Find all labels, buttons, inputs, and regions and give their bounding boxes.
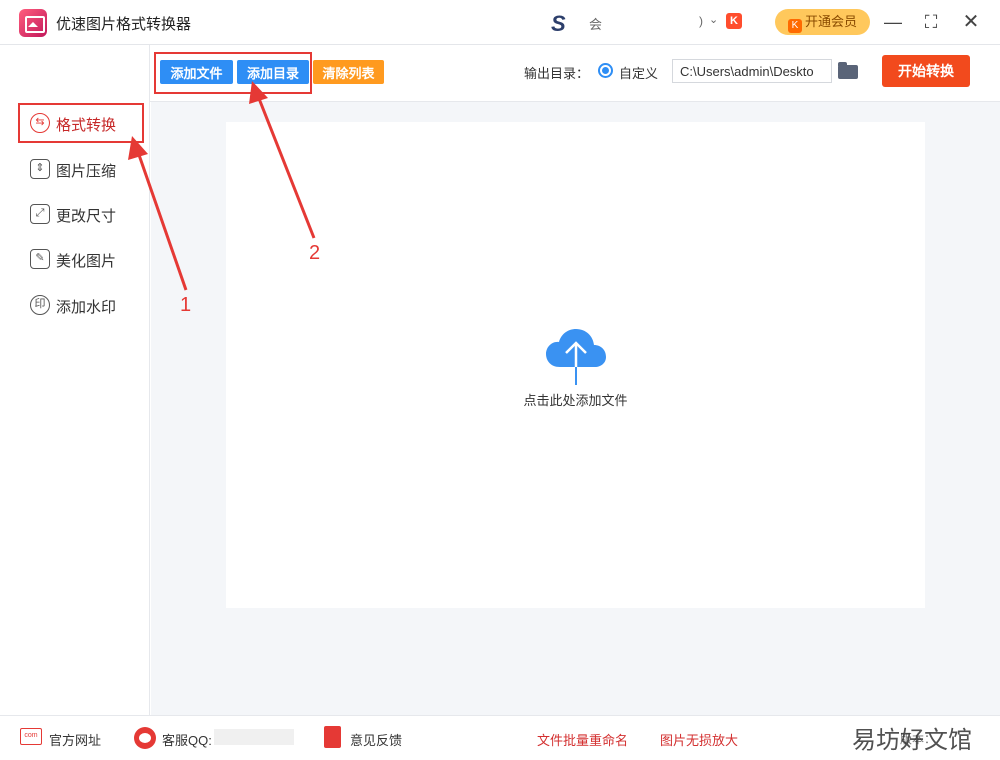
sidebar-item-label: 美化图片 — [56, 253, 117, 270]
sidebar-item-watermark[interactable]: 印 添加水印 — [18, 285, 144, 325]
file-drop-zone[interactable]: 点击此处添加文件 — [226, 122, 925, 608]
toolbar: 添加文件 添加目录 清除列表 输出目录： 自定义 开始转换 — [150, 45, 1000, 102]
custom-radio-label[interactable]: 自定义 — [619, 63, 658, 82]
folder-icon[interactable] — [838, 62, 858, 79]
official-site-link[interactable]: 官方网址 — [49, 730, 101, 749]
sidebar-item-compress[interactable]: ⇕ 图片压缩 — [18, 149, 144, 189]
lossless-enlarge-link[interactable]: 图片无损放大 — [660, 730, 738, 749]
convert-icon: ⇆ — [30, 113, 50, 133]
sidebar-item-label: 添加水印 — [56, 299, 117, 316]
sidebar-item-label: 更改尺寸 — [56, 208, 117, 225]
user-logo-icon: S — [551, 11, 566, 36]
watermark-icon: 印 — [30, 295, 50, 315]
compress-icon: ⇕ — [30, 159, 50, 179]
footer: com 官方网址 客服QQ: 意见反馈 文件批量重命名 图片无损放大 版本： 易… — [0, 715, 1000, 760]
sidebar-item-beautify[interactable]: ✎ 美化图片 — [18, 239, 144, 279]
app-title: 优速图片格式转换器 — [56, 16, 192, 33]
user-name-tail: ) — [699, 14, 703, 28]
sidebar-item-label: 图片压缩 — [56, 163, 117, 180]
user-name[interactable]: 会 — [589, 14, 602, 33]
sidebar-item-format-convert[interactable]: ⇆ 格式转换 — [18, 103, 144, 143]
sidebar: ⇆ 格式转换 ⇕ 图片压缩 ⤢ 更改尺寸 ✎ 美化图片 印 添加水印 — [0, 45, 150, 715]
start-convert-button[interactable]: 开始转换 — [882, 55, 970, 87]
brand-badge-icon[interactable]: K — [726, 13, 742, 29]
close-icon[interactable]: ✕ — [958, 9, 984, 35]
customer-service-qq-label[interactable]: 客服QQ: — [162, 730, 212, 749]
drop-hint-text: 点击此处添加文件 — [523, 393, 628, 408]
minimize-icon[interactable]: — — [880, 9, 906, 35]
custom-radio[interactable] — [598, 63, 613, 78]
output-path-input[interactable] — [672, 59, 832, 83]
sidebar-item-resize[interactable]: ⤢ 更改尺寸 — [18, 194, 144, 234]
watermark-text: 易坊好文馆 — [852, 726, 972, 754]
clear-list-button[interactable]: 清除列表 — [313, 60, 384, 84]
batch-rename-link[interactable]: 文件批量重命名 — [537, 730, 628, 749]
cloud-upload-icon — [546, 329, 606, 385]
qq-icon[interactable] — [134, 727, 156, 749]
sidebar-item-label: 格式转换 — [56, 117, 117, 134]
add-file-button[interactable]: 添加文件 — [160, 60, 233, 84]
vip-icon: K — [787, 19, 802, 33]
qq-number-redacted — [214, 729, 294, 745]
beautify-icon: ✎ — [30, 249, 50, 269]
website-icon[interactable]: com — [20, 728, 42, 745]
open-vip-button[interactable]: K 开通会员 — [775, 9, 870, 35]
maximize-icon[interactable]: ⛶ — [918, 9, 944, 35]
main-content: 点击此处添加文件 — [151, 102, 1000, 715]
annotation-number-2: 2 — [309, 242, 321, 264]
annotation-number-1: 1 — [180, 294, 192, 316]
vip-label: 开通会员 — [804, 14, 857, 29]
add-directory-button[interactable]: 添加目录 — [237, 60, 309, 84]
output-dir-label: 输出目录： — [524, 66, 590, 81]
feedback-link[interactable]: 意见反馈 — [350, 730, 402, 749]
title-bar: 优速图片格式转换器 S 会 ) ⌄ K K 开通会员 — ⛶ ✕ — [0, 0, 1000, 45]
feedback-icon[interactable] — [324, 726, 341, 748]
chevron-down-icon[interactable]: ⌄ — [709, 13, 718, 26]
app-logo-icon — [19, 9, 47, 37]
resize-icon: ⤢ — [30, 204, 50, 224]
